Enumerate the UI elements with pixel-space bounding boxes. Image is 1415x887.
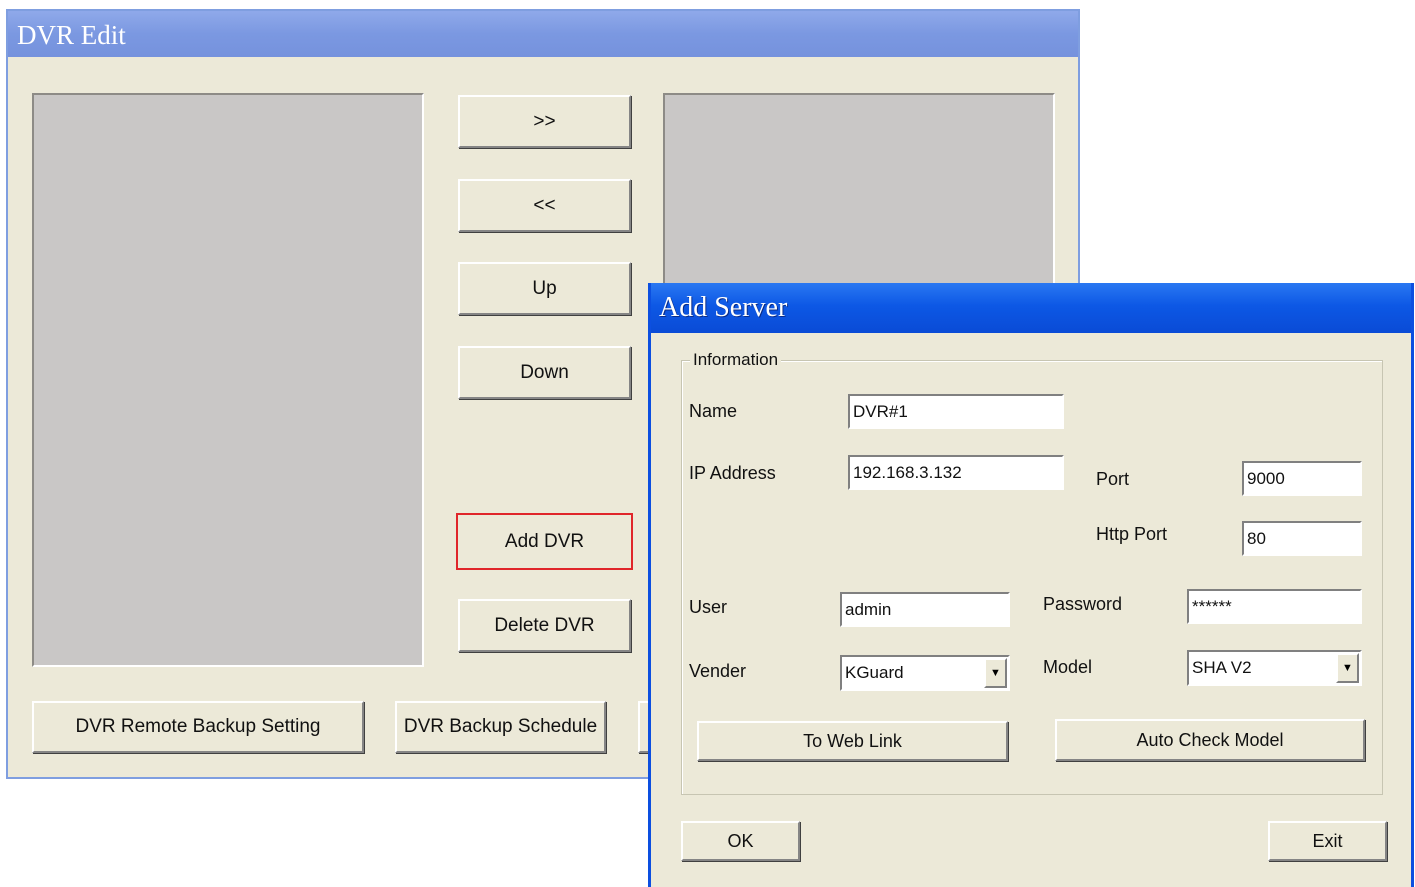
- down-button[interactable]: Down: [458, 346, 631, 399]
- dvr-edit-title: DVR Edit: [17, 20, 126, 50]
- information-group-label: Information: [690, 350, 782, 370]
- dvr-backup-schedule-button[interactable]: DVR Backup Schedule: [395, 701, 606, 753]
- delete-dvr-button[interactable]: Delete DVR: [458, 599, 631, 652]
- model-value: SHA V2: [1192, 658, 1252, 677]
- add-server-dialog: Add Server Information Name DVR#1 IP Add…: [648, 283, 1414, 887]
- port-label: Port: [1096, 469, 1130, 489]
- password-label: Password: [1043, 594, 1123, 614]
- ip-address-label: IP Address: [689, 463, 776, 483]
- move-left-button[interactable]: <<: [458, 179, 631, 232]
- vender-value: KGuard: [845, 663, 904, 682]
- name-input[interactable]: DVR#1: [848, 394, 1064, 429]
- name-label: Name: [689, 401, 738, 421]
- http-port-input[interactable]: 80: [1242, 521, 1362, 556]
- to-web-link-button[interactable]: To Web Link: [697, 721, 1008, 761]
- user-input[interactable]: admin: [840, 592, 1010, 627]
- vender-select[interactable]: KGuard ▼: [840, 655, 1010, 691]
- move-right-button[interactable]: >>: [458, 95, 631, 148]
- model-label: Model: [1043, 657, 1093, 677]
- ok-button[interactable]: OK: [681, 821, 800, 861]
- available-dvr-list[interactable]: [32, 93, 424, 667]
- add-server-titlebar[interactable]: Add Server: [651, 283, 1411, 333]
- http-port-label: Http Port: [1096, 524, 1168, 544]
- password-input[interactable]: ******: [1187, 589, 1362, 624]
- model-select[interactable]: SHA V2 ▼: [1187, 650, 1362, 686]
- vender-label: Vender: [689, 661, 747, 681]
- add-dvr-button[interactable]: Add DVR: [456, 513, 633, 570]
- chevron-down-icon[interactable]: ▼: [1336, 653, 1359, 683]
- port-input[interactable]: 9000: [1242, 461, 1362, 496]
- dvr-remote-backup-setting-button[interactable]: DVR Remote Backup Setting: [32, 701, 364, 753]
- chevron-down-icon[interactable]: ▼: [984, 658, 1007, 688]
- exit-button[interactable]: Exit: [1268, 821, 1387, 861]
- user-label: User: [689, 597, 728, 617]
- auto-check-model-button[interactable]: Auto Check Model: [1055, 719, 1365, 761]
- up-button[interactable]: Up: [458, 262, 631, 315]
- ip-address-input[interactable]: 192.168.3.132: [848, 455, 1064, 490]
- add-server-title: Add Server: [659, 292, 788, 323]
- dvr-edit-titlebar[interactable]: DVR Edit: [8, 11, 1078, 57]
